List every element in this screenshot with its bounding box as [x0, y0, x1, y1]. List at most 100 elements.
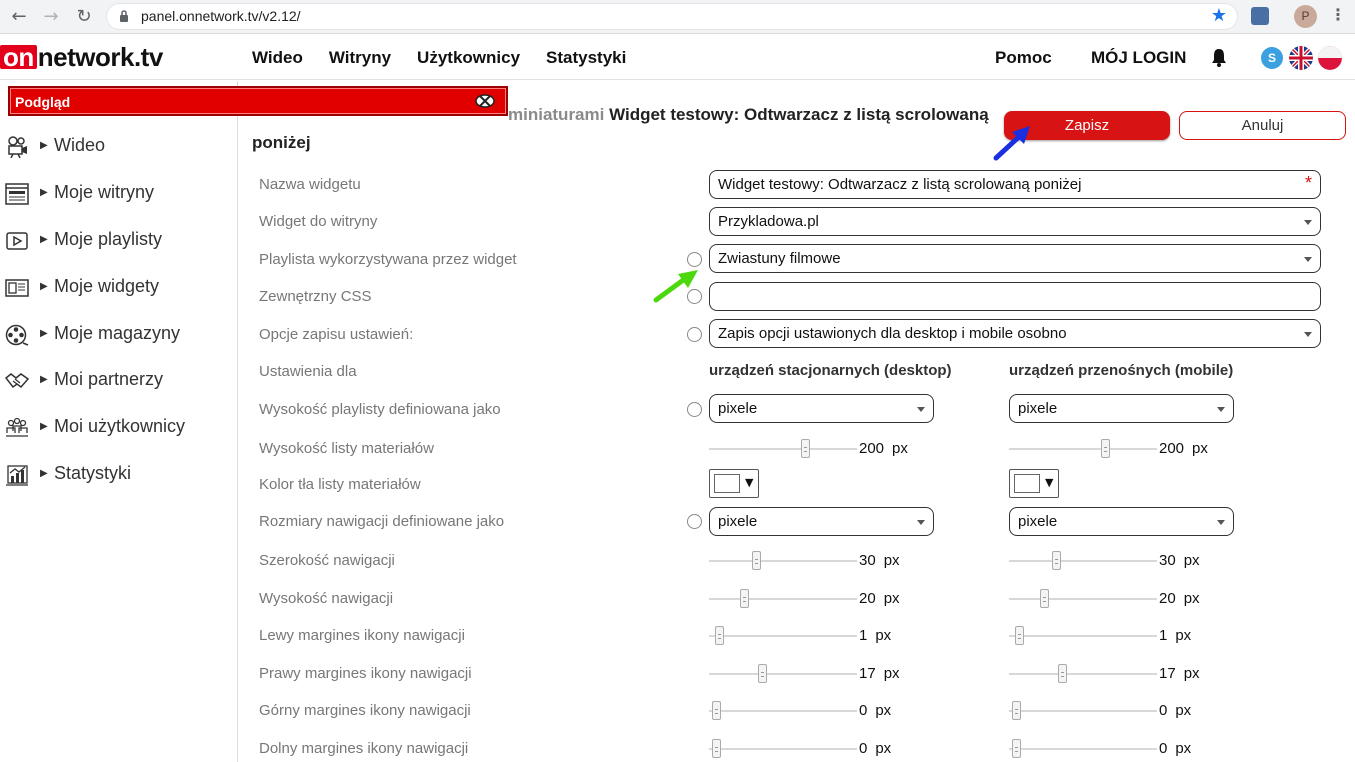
- nav-size-desktop-select[interactable]: pixele: [709, 507, 934, 536]
- sidebar-item-label: Moje witryny: [54, 182, 155, 202]
- playlist-select[interactable]: Zwiastuny filmowe: [709, 244, 1321, 273]
- slider-handle[interactable]: [1101, 439, 1110, 458]
- slider-track[interactable]: [1009, 673, 1157, 675]
- polish-flag-icon[interactable]: [1318, 46, 1342, 70]
- help-icon[interactable]: [687, 327, 702, 342]
- slider-track[interactable]: [1009, 448, 1157, 450]
- playlist-icon: [6, 232, 28, 250]
- save-button[interactable]: Zapisz: [1004, 111, 1170, 140]
- slider-track[interactable]: [709, 710, 857, 712]
- slider-track[interactable]: [1009, 748, 1157, 750]
- bell-icon[interactable]: [1210, 48, 1228, 68]
- slider-track[interactable]: [1009, 635, 1157, 637]
- nav-uzytkownicy[interactable]: Użytkownicy: [417, 48, 520, 68]
- skype-icon[interactable]: S: [1260, 46, 1284, 70]
- sidebar-item-moje-witryny[interactable]: ▶ Moje witryny: [0, 178, 238, 208]
- slider-track[interactable]: [709, 598, 857, 600]
- slider-number: 20: [1159, 590, 1176, 607]
- browser-menu-icon[interactable]: ⋮: [1330, 5, 1346, 25]
- help-icon[interactable]: [687, 402, 702, 417]
- slider-handle[interactable]: [1012, 739, 1021, 758]
- css-input[interactable]: [709, 282, 1321, 311]
- slider-unit: px: [883, 552, 900, 569]
- sidebar-item-moje-widgety[interactable]: ▶ Moje widgety: [0, 272, 238, 302]
- slider-unit: px: [875, 627, 892, 644]
- slider-handle[interactable]: [1015, 626, 1024, 645]
- slider-unit: px: [1175, 702, 1192, 719]
- slider-track[interactable]: [709, 560, 857, 562]
- nav-size-label: Rozmiary nawigacji definiowane jako: [259, 513, 505, 530]
- english-flag-icon[interactable]: [1289, 46, 1313, 70]
- sidebar-item-statystyki[interactable]: ▶ Statystyki: [0, 459, 238, 489]
- slider-handle[interactable]: [740, 589, 749, 608]
- playlist-height-mobile-select[interactable]: pixele: [1009, 394, 1234, 423]
- profile-avatar[interactable]: P: [1294, 5, 1317, 28]
- sidebar-item-moi-partnerzy[interactable]: ▶ Moi partnerzy: [0, 365, 238, 395]
- sidebar-item-moje-playlisty[interactable]: ▶ Moje playlisty: [0, 225, 238, 255]
- sidebar-item-moje-magazyny[interactable]: ▶ Moje magazyny: [0, 319, 238, 349]
- chevron-down-icon: [1217, 407, 1225, 412]
- slider-number: 17: [1159, 665, 1176, 682]
- slider-track[interactable]: [709, 673, 857, 675]
- slider-track[interactable]: [1009, 710, 1157, 712]
- forward-icon[interactable]: →: [40, 6, 62, 28]
- playlist-height-desktop-select[interactable]: pixele: [709, 394, 934, 423]
- nav-my-login[interactable]: MÓJ LOGIN: [1091, 48, 1186, 68]
- main-nav: Wideo Witryny Użytkownicy Statystyki: [252, 48, 652, 68]
- nav-witryny[interactable]: Witryny: [329, 48, 391, 68]
- slider-handle[interactable]: [712, 739, 721, 758]
- preview-label: Podgląd: [15, 94, 71, 110]
- nav-statystyki[interactable]: Statystyki: [546, 48, 626, 68]
- back-icon[interactable]: ←: [8, 6, 30, 28]
- slider-track[interactable]: [709, 635, 857, 637]
- film-reel-icon: [5, 324, 29, 346]
- slider-handle[interactable]: [1040, 589, 1049, 608]
- help-icon[interactable]: [687, 289, 702, 304]
- save-options-select[interactable]: Zapis opcji ustawionych dla desktop i mo…: [709, 319, 1321, 348]
- sidebar-item-label: Moje playlisty: [54, 229, 163, 249]
- slider-handle[interactable]: [1052, 551, 1061, 570]
- breadcrumb[interactable]: miniaturami: [508, 105, 604, 124]
- bookmark-star-icon[interactable]: ★: [1211, 5, 1227, 26]
- extension-icon[interactable]: [1251, 7, 1269, 25]
- nav-size-mobile-select[interactable]: pixele: [1009, 507, 1234, 536]
- address-bar[interactable]: panel.onnetwork.tv/v2.12/ ★: [106, 3, 1238, 30]
- cancel-button[interactable]: Anuluj: [1179, 111, 1346, 140]
- slider-handle[interactable]: [752, 551, 761, 570]
- slider-track[interactable]: [709, 448, 857, 450]
- url-text: panel.onnetwork.tv/v2.12/: [141, 8, 301, 24]
- close-preview-icon[interactable]: [474, 93, 496, 109]
- bg-color-mobile-picker[interactable]: ▼: [1009, 469, 1059, 498]
- slider-track[interactable]: [1009, 598, 1157, 600]
- playlist-height-label: Wysokość playlisty definiowana jako: [259, 401, 501, 418]
- bg-color-desktop-picker[interactable]: ▼: [709, 469, 759, 498]
- sidebar-item-wideo[interactable]: ▶ Wideo: [0, 131, 238, 161]
- slider-handle[interactable]: [1058, 664, 1067, 683]
- chevron-down-icon: [1304, 332, 1312, 337]
- slider-handle[interactable]: [758, 664, 767, 683]
- sidebar-item-label: Moi partnerzy: [54, 369, 164, 389]
- slider-track[interactable]: [1009, 560, 1157, 562]
- list-bg-label: Kolor tła listy materiałów: [259, 476, 421, 493]
- slider-handle[interactable]: [1012, 701, 1021, 720]
- css-label: Zewnętrzny CSS: [259, 288, 372, 305]
- sidebar-item-label: Moje magazyny: [54, 323, 181, 343]
- help-icon[interactable]: [687, 514, 702, 529]
- slider-value: 0 px: [1159, 702, 1191, 719]
- widget-name-input[interactable]: Widget testowy: Odtwarzacz z listą scrol…: [709, 170, 1321, 199]
- sidebar-item-moi-uzytkownicy[interactable]: ▶ Moi użytkownicy: [0, 412, 238, 442]
- slider-handle[interactable]: [712, 701, 721, 720]
- help-icon[interactable]: [687, 252, 702, 267]
- nav-wideo[interactable]: Wideo: [252, 48, 303, 68]
- slider-track[interactable]: [709, 748, 857, 750]
- site-select[interactable]: Przykladowa.pl: [709, 207, 1321, 236]
- reload-icon[interactable]: ↻: [73, 6, 95, 28]
- site-logo[interactable]: on network.tv: [0, 42, 163, 72]
- lock-icon: [120, 10, 128, 22]
- website-icon: [5, 183, 29, 205]
- slider-handle[interactable]: [715, 626, 724, 645]
- slider-handle[interactable]: [801, 439, 810, 458]
- sidebar-item-label: Moje widgety: [54, 276, 160, 296]
- preview-bar[interactable]: Podgląd: [8, 86, 508, 116]
- nav-help[interactable]: Pomoc: [995, 48, 1052, 68]
